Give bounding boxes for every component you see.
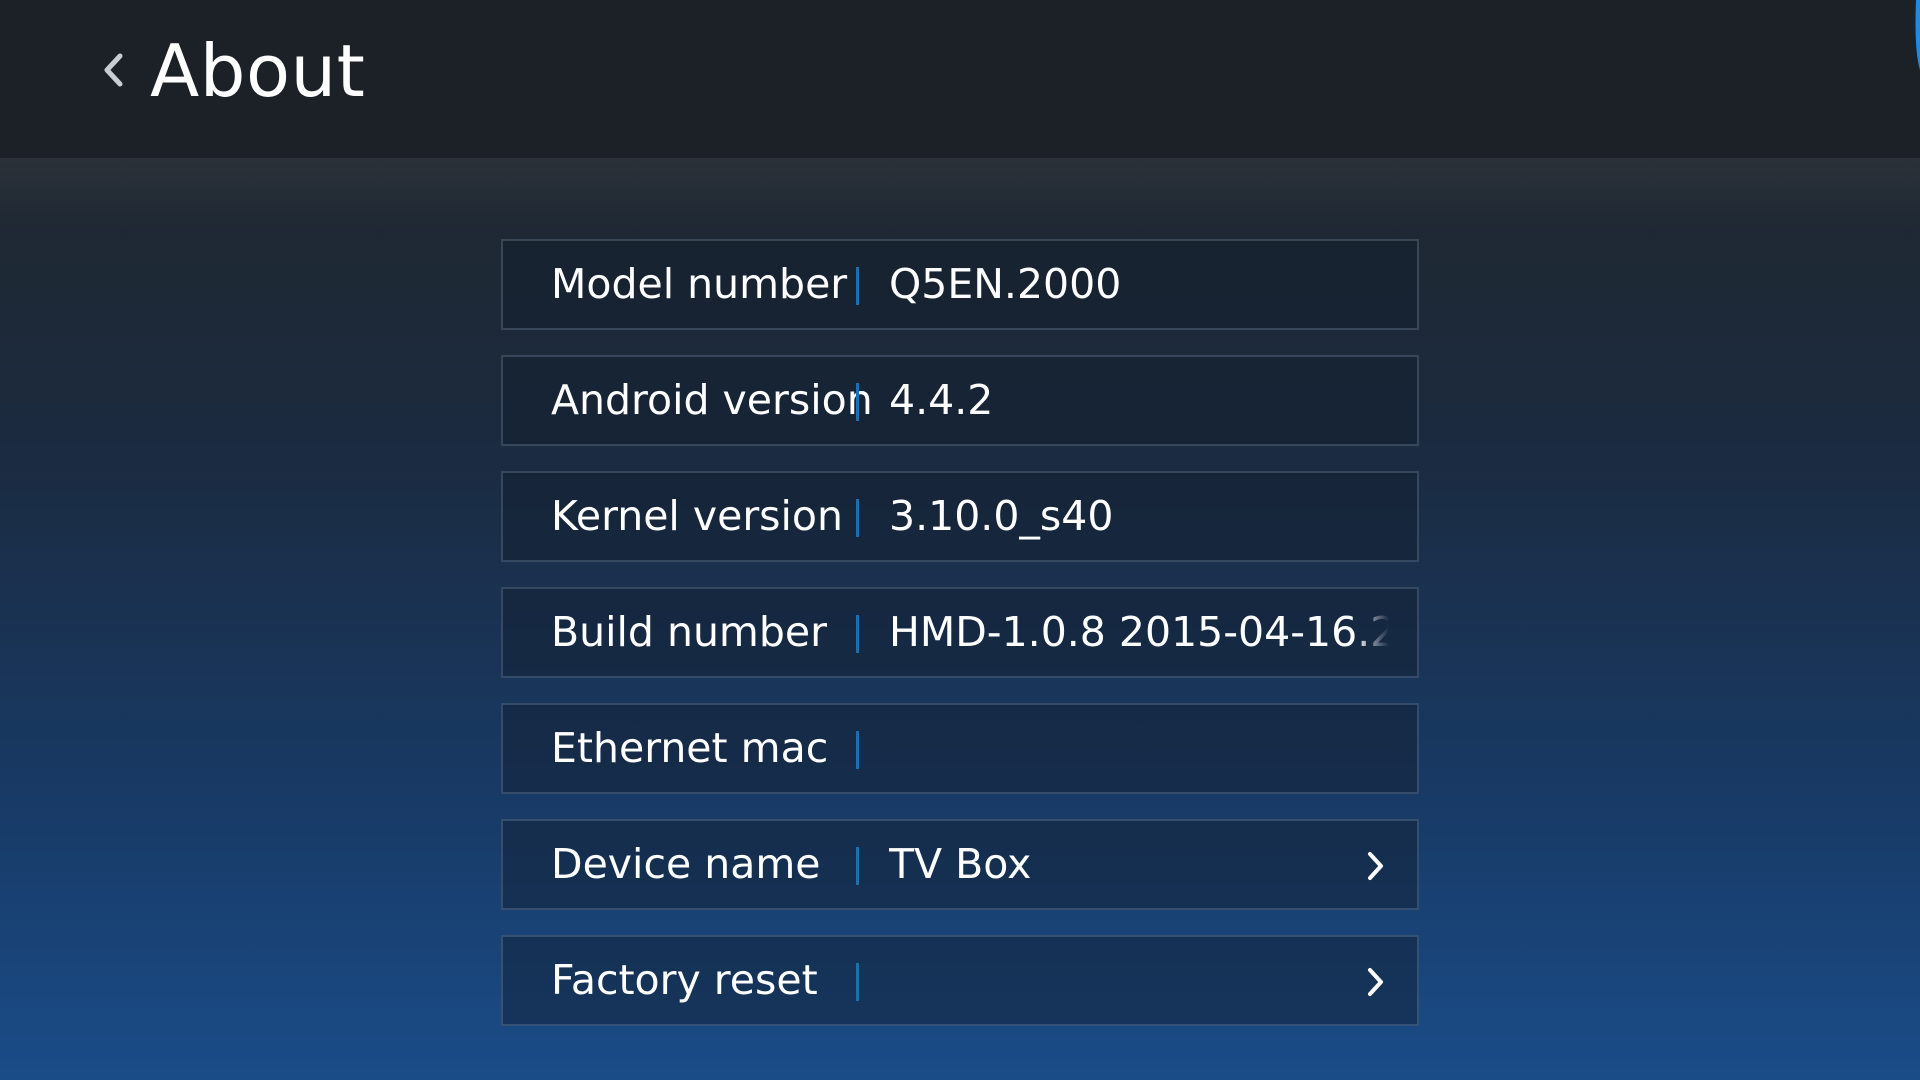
row-value: HMD-1.0.8 2015-04-16.20 (889, 608, 1389, 656)
about-row-kernel-version[interactable]: Kernel version 3.10.0_s40 (501, 471, 1419, 562)
about-row-android-version[interactable]: Android version 4.4.2 (501, 355, 1419, 446)
chevron-left-icon (104, 53, 123, 87)
about-row-factory-reset[interactable]: Factory reset (501, 935, 1419, 1026)
about-row-ethernet-mac[interactable]: Ethernet mac (501, 703, 1419, 794)
row-separator (856, 731, 859, 769)
row-label: Device name (551, 840, 821, 888)
chevron-right-icon (1363, 966, 1387, 998)
row-separator (856, 847, 859, 885)
row-value (889, 705, 1389, 792)
row-label: Kernel version (551, 492, 844, 540)
row-value: 3.10.0_s40 (889, 492, 1114, 540)
row-separator (856, 267, 859, 305)
row-separator (856, 499, 859, 537)
about-row-build-number[interactable]: Build number HMD-1.0.8 2015-04-16.20 (501, 587, 1419, 678)
row-label: Factory reset (551, 956, 818, 1004)
chevron-right-icon (1363, 850, 1387, 882)
row-label: Build number (551, 608, 827, 656)
row-value: 4.4.2 (889, 376, 994, 424)
row-label: Model number (551, 260, 848, 308)
corner-accent-decoration (1915, 0, 1920, 70)
about-info-list: Model number Q5EN.2000 Android version 4… (501, 239, 1419, 1051)
row-separator (856, 963, 859, 1001)
title-bar: About (0, 0, 1920, 158)
row-separator (856, 615, 859, 653)
back-button[interactable] (88, 40, 138, 100)
header-shadow (0, 158, 1920, 228)
row-label: Ethernet mac (551, 724, 829, 772)
row-separator (856, 383, 859, 421)
page-title: About (150, 29, 366, 113)
row-value: Q5EN.2000 (889, 260, 1122, 308)
row-value: TV Box (889, 840, 1032, 888)
row-label: Android version (551, 376, 873, 424)
row-value (889, 937, 1389, 1024)
about-row-model-number[interactable]: Model number Q5EN.2000 (501, 239, 1419, 330)
about-row-device-name[interactable]: Device name TV Box (501, 819, 1419, 910)
